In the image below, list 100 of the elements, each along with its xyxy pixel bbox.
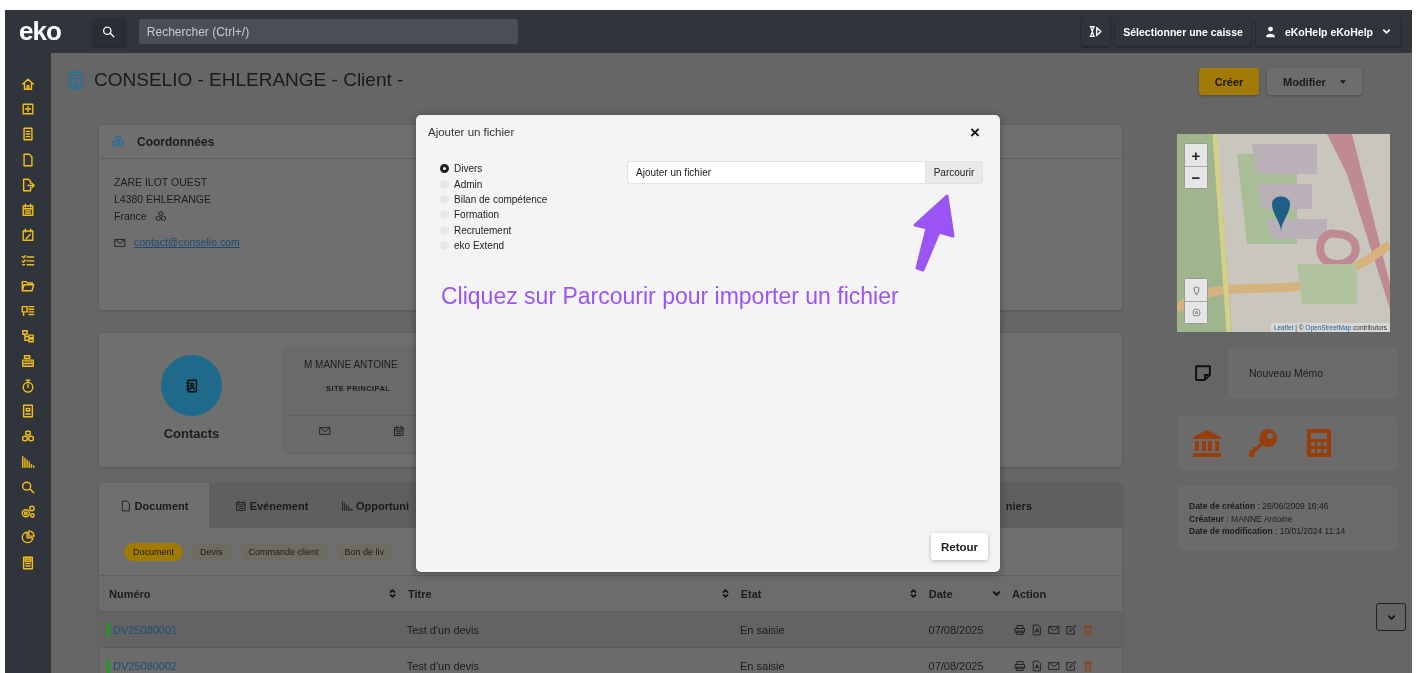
search-icon xyxy=(21,480,35,494)
filter-chip[interactable]: Bon de liv xyxy=(335,542,394,561)
sidebar-item[interactable] xyxy=(20,529,36,546)
contact-card-icon xyxy=(21,404,35,419)
info-line: Créateur : MANNE Antoine xyxy=(1189,512,1294,525)
chevron-down-icon xyxy=(1381,26,1392,37)
sidebar-item[interactable] xyxy=(20,453,36,470)
tab[interactable]: Document xyxy=(99,483,209,528)
pie-chart-icon xyxy=(21,530,35,545)
column-header[interactable]: Titre xyxy=(408,587,432,600)
sidebar-item[interactable] xyxy=(20,126,36,143)
tab[interactable]: niers xyxy=(1005,483,1122,528)
envelope-icon xyxy=(1047,659,1060,672)
map-pin-icon xyxy=(1190,284,1202,296)
radio-button[interactable] xyxy=(440,164,449,174)
filter-chip[interactable]: Devis xyxy=(191,542,232,561)
sidebar-item[interactable] xyxy=(20,353,36,370)
envelope-icon xyxy=(114,236,126,249)
sidebar-item[interactable] xyxy=(20,554,36,571)
home-icon xyxy=(21,77,35,91)
sidebar-item[interactable] xyxy=(20,479,36,495)
tab[interactable]: Evénement xyxy=(209,483,334,528)
action-button[interactable] xyxy=(1030,623,1043,636)
create-button[interactable]: Créer xyxy=(1199,68,1259,95)
sidebar-item[interactable] xyxy=(20,378,36,395)
calendar-edit-icon xyxy=(21,228,35,243)
tab[interactable]: Opportuni xyxy=(334,483,416,528)
checklist-icon xyxy=(21,253,35,268)
action-button[interactable] xyxy=(1047,623,1060,636)
envelope-icon xyxy=(1047,623,1060,636)
column-header[interactable]: Etat xyxy=(740,587,762,600)
sort-icon[interactable] xyxy=(387,588,398,599)
calendar-icon xyxy=(393,425,405,437)
receipt-icon xyxy=(21,127,35,142)
edit-icon xyxy=(1064,659,1077,672)
sidebar-item[interactable] xyxy=(20,201,36,218)
close-button[interactable]: × xyxy=(970,123,980,141)
memo-label: Nouveau Mémo xyxy=(1249,367,1324,379)
action-button[interactable] xyxy=(1013,623,1026,636)
table-cell: 07/08/2025 xyxy=(928,623,984,636)
logo[interactable]: eko xyxy=(19,16,61,47)
scroll-down-button[interactable] xyxy=(1376,603,1406,631)
user-menu-button[interactable]: eKoHelp eKoHelp xyxy=(1255,17,1400,46)
sidebar-item[interactable] xyxy=(20,504,36,521)
action-button[interactable] xyxy=(1064,623,1077,636)
action-button[interactable] xyxy=(1030,659,1043,672)
browse-button[interactable]: Parcourir xyxy=(925,161,983,184)
contact-name: M MANNE ANTOINE xyxy=(304,359,398,370)
building-icon xyxy=(66,70,86,90)
edit-icon xyxy=(1064,623,1077,636)
sidebar-item[interactable] xyxy=(20,176,36,193)
cubes-icon xyxy=(21,429,35,444)
zoom-out-button[interactable]: − xyxy=(1185,166,1207,188)
register-select-button[interactable]: Sélectionner une caisse xyxy=(1115,17,1251,46)
filter-chip[interactable]: Document xyxy=(124,542,184,561)
layers-button[interactable] xyxy=(1185,301,1207,323)
gears-icon xyxy=(21,505,35,520)
search-button[interactable] xyxy=(92,17,125,46)
table-cell: 07/08/2025 xyxy=(928,659,984,672)
country: France xyxy=(114,209,147,224)
radio-label[interactable]: eko Extend xyxy=(454,240,505,252)
scan-button[interactable] xyxy=(1081,17,1111,46)
column-header[interactable]: Date xyxy=(928,587,953,600)
action-button[interactable] xyxy=(1013,659,1026,672)
column-header[interactable]: Numéro xyxy=(109,587,151,600)
file-field[interactable]: Ajouter un fichier xyxy=(627,161,925,184)
sidebar-item[interactable] xyxy=(20,403,36,420)
radio-label[interactable]: Divers xyxy=(454,163,483,175)
hierarchy-icon xyxy=(21,328,35,343)
document-icon xyxy=(21,152,35,167)
sort-down-icon[interactable] xyxy=(991,588,1003,599)
modify-dropdown[interactable]: Modifier xyxy=(1267,68,1362,95)
column-header[interactable]: Action xyxy=(1012,587,1047,600)
calculator-icon xyxy=(21,555,35,570)
sidebar-item[interactable] xyxy=(20,76,36,92)
radio-label[interactable]: Recrutement xyxy=(454,224,512,236)
sidebar-item[interactable] xyxy=(20,101,36,118)
radio-label[interactable]: Bilan de compétence xyxy=(454,193,548,205)
calendar-icon xyxy=(21,202,35,217)
filter-chip[interactable]: Commande client xyxy=(239,542,328,561)
printer-icon xyxy=(1013,659,1026,672)
sidebar-item[interactable] xyxy=(20,227,36,244)
sidebar-item[interactable] xyxy=(20,327,36,344)
printer-icon xyxy=(1013,623,1026,636)
folder-icon xyxy=(21,278,35,293)
sidebar-item[interactable] xyxy=(20,151,36,168)
bar-chart-icon xyxy=(340,499,353,512)
action-button[interactable] xyxy=(1047,659,1060,672)
cash-register-icon xyxy=(21,354,35,369)
search-field[interactable]: Rechercher (Ctrl+/) xyxy=(138,19,518,44)
back-button[interactable]: Retour xyxy=(930,533,988,560)
action-button[interactable] xyxy=(1064,659,1077,672)
sidebar-item[interactable] xyxy=(20,252,36,269)
radio-label[interactable]: Formation xyxy=(454,209,499,221)
memo-card[interactable]: Nouveau Mémo xyxy=(1177,348,1397,398)
sidebar-item[interactable] xyxy=(20,428,36,445)
radio-label[interactable]: Admin xyxy=(454,178,483,190)
cubes-icon xyxy=(111,134,125,149)
tag-list-icon xyxy=(21,303,35,318)
caret-icon xyxy=(1339,79,1346,84)
